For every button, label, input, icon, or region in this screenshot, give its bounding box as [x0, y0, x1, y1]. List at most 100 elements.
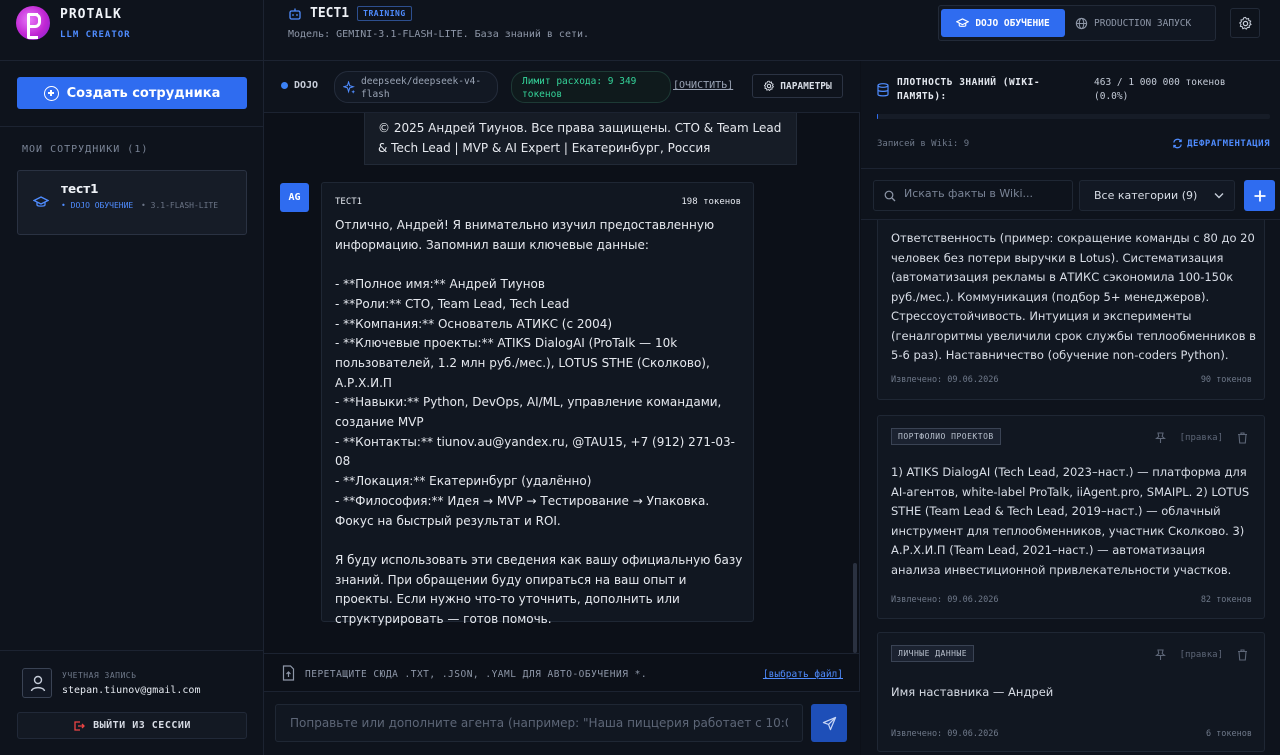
spend-limit-label: Лимит расхода: 9 349 токенов: [522, 76, 637, 100]
mode-production-label: PRODUCTION ЗАПУСК: [1094, 17, 1192, 29]
fact-date: Извлечено: 09.06.2026: [891, 595, 999, 605]
pick-file-link[interactable]: [выбрать файл]: [763, 669, 843, 680]
brand-name: PROTALK: [60, 6, 122, 22]
trash-icon[interactable]: [1237, 432, 1248, 444]
model-selector-label: deepseek/deepseek-v4-flash: [361, 76, 482, 100]
fact-card: ПОРТФОЛИО ПРОЕКТОВ [правка] 1) ATIKS Dia…: [877, 415, 1265, 619]
logout-button[interactable]: ВЫЙТИ ИЗ СЕССИИ: [17, 712, 247, 739]
trash-icon[interactable]: [1237, 649, 1248, 661]
sidebar: PROTALK LLM CREATOR Создать сотрудника М…: [0, 0, 264, 755]
file-upload-icon: [282, 665, 295, 681]
sidebar-divider: [0, 650, 264, 651]
brand-subtitle: LLM CREATOR: [60, 29, 131, 40]
wiki-usage-tokens: 463 / 1 000 000 токенов: [1094, 77, 1226, 88]
send-button[interactable]: [811, 704, 847, 742]
account-email: stepan.tiunov@gmail.com: [62, 685, 201, 696]
fact-category-tag: ЛИЧНЫЕ ДАННЫЕ: [891, 645, 975, 662]
fact-text: Имя наставника — Андрей: [891, 685, 1054, 699]
pin-icon[interactable]: [1154, 649, 1166, 661]
fact-edit-link[interactable]: [правка]: [1180, 650, 1223, 660]
wiki-usage-bar: [877, 114, 1270, 119]
wiki-search-input[interactable]: [904, 187, 1069, 200]
user-icon: [30, 675, 46, 692]
brand[interactable]: PROTALK LLM CREATOR: [16, 6, 131, 40]
fact-text: Ответственность (пример: сокращение кома…: [891, 231, 1256, 362]
create-employee-label: Создать сотрудника: [66, 85, 221, 101]
top-header: ТЕСТ1 TRAINING Модель: GEMINI-3.1-FLASH-…: [264, 0, 1280, 61]
drop-zone-text: ПЕРЕТАЩИТЕ СЮДА .TXT, .JSON, .YAML ДЛЯ А…: [305, 669, 648, 680]
defragment-label: ДЕФРАГМЕНТАЦИЯ: [1187, 138, 1270, 149]
params-label: ПАРАМЕТРЫ: [780, 80, 832, 92]
fact-card: Ответственность (пример: сокращение кома…: [877, 220, 1265, 400]
pin-icon[interactable]: [1154, 432, 1166, 444]
defragment-button[interactable]: ДЕФРАГМЕНТАЦИЯ: [1172, 138, 1270, 149]
chat-panel: DOJO deepseek/deepseek-v4-flash Лимит ра…: [264, 61, 860, 755]
params-button[interactable]: ПАРАМЕТРЫ: [752, 74, 843, 98]
logout-label: ВЫЙТИ ИЗ СЕССИИ: [93, 720, 191, 731]
create-employee-button[interactable]: Создать сотрудника: [17, 77, 247, 109]
employee-model: • 3.1-FLASH-LITE: [141, 201, 219, 210]
database-icon: [877, 83, 889, 97]
account-label: УЧЕТНАЯ ЗАПИСЬ: [62, 671, 137, 680]
plus-icon: [1254, 190, 1265, 201]
wiki-search[interactable]: [873, 180, 1073, 211]
agent-avatar: AG: [280, 183, 309, 212]
gear-icon: [764, 80, 775, 91]
sidebar-divider: [0, 126, 264, 127]
training-badge: TRAINING: [357, 6, 412, 21]
robot-icon: [289, 8, 301, 20]
category-select-value: Все категории (9): [1094, 189, 1198, 202]
chat-scrollbar[interactable]: [853, 563, 857, 653]
globe-icon: [1075, 17, 1088, 29]
user-avatar: [22, 668, 52, 698]
sparkle-icon: [343, 81, 356, 94]
category-select[interactable]: Все категории (9): [1079, 180, 1235, 211]
fact-category-tag: ПОРТФОЛИО ПРОЕКТОВ: [891, 428, 1001, 445]
fact-card: ЛИЧНЫЕ ДАННЫЕ [правка] Имя наставника — …: [877, 632, 1265, 752]
add-fact-button[interactable]: [1244, 180, 1275, 211]
refresh-icon: [1173, 138, 1182, 149]
agent-model-line: Модель: GEMINI-3.1-FLASH-LITE. База знан…: [288, 29, 590, 40]
gear-icon: [1238, 16, 1252, 30]
fact-actions: [правка]: [1154, 432, 1248, 444]
fact-tokens: 90 токенов: [1200, 375, 1252, 385]
model-selector[interactable]: deepseek/deepseek-v4-flash: [334, 71, 498, 103]
chat-mode-label: DOJO: [294, 80, 319, 91]
mode-dojo-label: DOJO ОБУЧЕНИЕ: [975, 17, 1050, 29]
user-message: © 2025 Андрей Тиунов. Все права защищены…: [364, 113, 797, 165]
agent-title: ТЕСТ1 TRAINING: [288, 6, 412, 21]
user-message-text: © 2025 Андрей Тиунов. Все права защищены…: [378, 121, 782, 155]
message-input[interactable]: [275, 704, 803, 742]
fact-date: Извлечено: 09.06.2026: [891, 729, 999, 739]
fact-tokens: 6 токенов: [1205, 729, 1252, 739]
employee-mode: • DOJO ОБУЧЕНИЕ: [61, 201, 134, 210]
graduation-cap-icon: [956, 18, 970, 27]
wiki-fact-list[interactable]: Ответственность (пример: сокращение кома…: [861, 219, 1280, 755]
employee-card[interactable]: тест1 • DOJO ОБУЧЕНИЕ • 3.1-FLASH-LITE: [17, 170, 247, 235]
spend-limit-pill: Лимит расхода: 9 349 токенов: [511, 71, 671, 103]
agent-message-tokens: 198 токенов: [681, 197, 741, 207]
wiki-records-count: Записей в Wiki: 9: [877, 139, 970, 149]
fact-tokens: 82 токенов: [1200, 595, 1252, 605]
sidebar-divider: [0, 60, 264, 61]
settings-button[interactable]: [1230, 8, 1260, 38]
account-block: УЧЕТНАЯ ЗАПИСЬ stepan.tiunov@gmail.com: [22, 668, 252, 702]
wiki-header: ПЛОТНОСТЬ ЗНАНИЙ (WIKI-ПАМЯТЬ): 463 / 1 …: [861, 61, 1280, 169]
plus-circle-icon: [43, 85, 59, 101]
status-dot: [281, 82, 288, 89]
wiki-usage: 463 / 1 000 000 токенов (0.0%): [1094, 76, 1226, 104]
fact-date: Извлечено: 09.06.2026: [891, 375, 999, 385]
wiki-usage-bar-fill: [877, 114, 879, 119]
file-drop-zone[interactable]: ПЕРЕТАЩИТЕ СЮДА .TXT, .JSON, .YAML ДЛЯ А…: [264, 653, 860, 691]
fact-actions: [правка]: [1154, 649, 1248, 661]
agent-message: ТЕСТ1 198 токенов Отлично, Андрей! Я вни…: [321, 182, 754, 626]
agent-message-text: Отлично, Андрей! Я внимательно изучил пр…: [335, 218, 743, 627]
clear-chat-link[interactable]: [ОЧИСТИТЬ]: [673, 80, 733, 91]
compose-bar: [264, 691, 860, 755]
employee-name: тест1: [61, 182, 99, 196]
mode-dojo-button[interactable]: DOJO ОБУЧЕНИЕ: [941, 9, 1065, 37]
mode-production-button[interactable]: PRODUCTION ЗАПУСК: [1075, 9, 1213, 37]
fact-text: 1) ATIKS DialogAI (Tech Lead, 2023–наст.…: [891, 465, 1250, 577]
agent-name: ТЕСТ1: [310, 6, 350, 21]
fact-edit-link[interactable]: [правка]: [1180, 433, 1223, 443]
